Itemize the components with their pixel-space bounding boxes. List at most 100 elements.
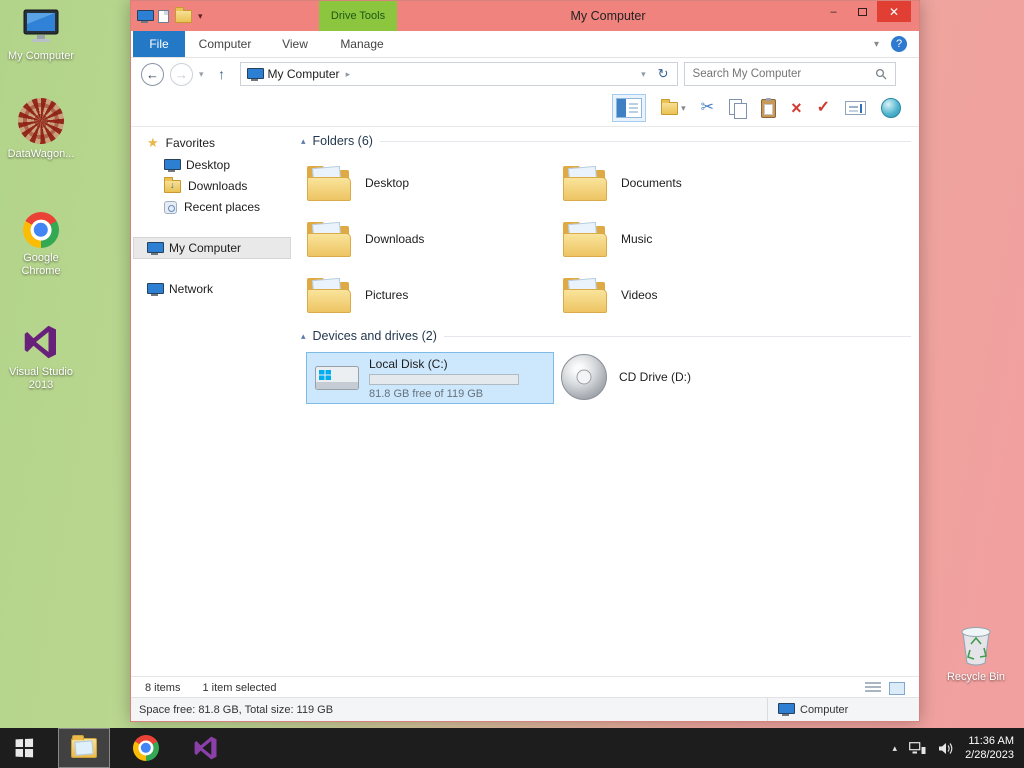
chrome-icon (133, 735, 159, 761)
chevron-down-icon[interactable]: ▾ (681, 103, 686, 114)
tab-file[interactable]: File (133, 31, 185, 57)
devices-group-header[interactable]: ▴ Devices and drives (2) (301, 329, 911, 343)
refresh-icon[interactable]: ↻ (656, 66, 671, 82)
search-box[interactable] (683, 62, 896, 86)
ribbon-right-controls: ▾ ? (874, 31, 919, 57)
sidebar-item-downloads[interactable]: Downloads (164, 176, 247, 196)
desktop-icon-visual-studio[interactable]: Visual Studio 2013 (4, 322, 78, 392)
datawagon-icon (18, 98, 64, 144)
history-dropdown-icon[interactable]: ▾ (199, 69, 204, 80)
up-button[interactable]: ↑ (210, 63, 234, 86)
system-menu-icon[interactable] (137, 9, 154, 23)
tab-view[interactable]: View (265, 31, 325, 57)
desktop-icon-label: My Computer (7, 50, 75, 62)
folders-group-header[interactable]: ▴ Folders (6) (301, 134, 911, 148)
desktop-icon-datawagon[interactable]: DataWagon... (4, 98, 78, 161)
minimize-button[interactable]: – (819, 1, 848, 22)
tray-date: 2/28/2023 (965, 749, 1014, 761)
address-dropdown-icon[interactable]: ▾ (637, 69, 650, 80)
drive-item-local-disk[interactable]: Local Disk (C:) 81.8 GB free of 119 GB (306, 352, 554, 404)
new-folder-button[interactable]: ▾ (661, 98, 686, 115)
downloads-icon (164, 176, 181, 193)
chevron-down-icon[interactable]: ▾ (874, 39, 879, 50)
folder-icon (306, 221, 352, 258)
hard-drive-icon (315, 366, 359, 390)
sidebar-item-desktop[interactable]: Desktop (164, 155, 230, 175)
space-free-text: Space free: 81.8 GB, Total size: 119 GB (139, 703, 334, 716)
copy-button[interactable] (729, 98, 748, 119)
network-globe-icon[interactable] (881, 98, 901, 118)
thumbnails-view-icon[interactable] (889, 681, 905, 695)
sidebar-item-label: My Computer (169, 241, 242, 255)
title-bar[interactable]: ▾ Drive Tools My Computer – ✕ (131, 1, 919, 31)
taskbar-file-explorer-button[interactable] (58, 728, 110, 768)
system-tray: ▴ 11:36 AM 2/28/2023 (893, 734, 1024, 762)
collapse-arrow-icon[interactable]: ▴ (301, 331, 306, 342)
close-button[interactable]: ✕ (877, 1, 911, 22)
maximize-button[interactable] (848, 1, 877, 22)
folder-item-documents[interactable]: Documents (559, 155, 815, 211)
sidebar-item-my-computer[interactable]: My Computer (147, 238, 241, 258)
drive-item-cd[interactable]: CD Drive (D:) (561, 354, 691, 400)
taskbar-visual-studio-button[interactable] (182, 728, 230, 768)
folder-label: Pictures (365, 288, 409, 302)
sidebar-item-recent-places[interactable]: Recent places (164, 197, 260, 217)
drive-tools-badge[interactable]: Drive Tools (319, 1, 397, 31)
qat-dropdown-icon[interactable]: ▾ (198, 11, 203, 22)
search-input[interactable] (692, 68, 875, 80)
new-folder-icon (661, 98, 679, 115)
sidebar-item-favorites[interactable]: ★ Favorites (147, 133, 215, 153)
qat-properties-icon[interactable] (158, 9, 169, 23)
sidebar-item-network[interactable]: Network (147, 279, 213, 299)
caption-buttons: – ✕ (819, 1, 911, 22)
clock[interactable]: 11:36 AM 2/28/2023 (965, 734, 1014, 762)
taskbar-chrome-button[interactable] (122, 728, 170, 768)
folder-icon (562, 165, 608, 202)
status-bar: 8 items 1 item selected (131, 676, 919, 699)
select-button[interactable]: ✓ (817, 100, 830, 116)
search-icon[interactable] (875, 68, 887, 80)
qat-new-folder-icon[interactable] (175, 6, 192, 23)
group-header-label: Devices and drives (2) (312, 329, 437, 343)
folder-item-desktop[interactable]: Desktop (303, 155, 559, 211)
preview-pane-toggle[interactable] (612, 94, 647, 122)
paste-button[interactable] (761, 97, 777, 118)
delete-button[interactable]: × (791, 99, 802, 117)
capacity-bar (369, 373, 519, 385)
quick-access-toolbar: ▾ (137, 1, 203, 31)
back-button[interactable]: ← (141, 62, 164, 86)
help-button[interactable]: ? (891, 36, 907, 52)
breadcrumb-arrow-icon[interactable]: ▸ (346, 69, 351, 80)
folder-icon (562, 221, 608, 258)
group-rule (379, 140, 911, 142)
sidebar-item-label: Recent places (184, 200, 261, 214)
navigation-pane: ★ Favorites Desktop Downloads Recent pla… (131, 128, 294, 674)
tab-manage[interactable]: Manage (325, 31, 399, 57)
desktop-icon-chrome[interactable]: Google Chrome (4, 212, 78, 278)
volume-tray-icon[interactable] (938, 742, 953, 755)
start-button[interactable] (0, 728, 48, 768)
tray-expand-icon[interactable]: ▴ (893, 743, 898, 754)
folder-item-downloads[interactable]: Downloads (303, 211, 559, 267)
folder-item-videos[interactable]: Videos (559, 267, 815, 323)
folder-item-music[interactable]: Music (559, 211, 815, 267)
breadcrumb[interactable]: My Computer (268, 67, 340, 81)
recent-places-icon (164, 200, 177, 214)
details-view-icon[interactable] (865, 682, 881, 694)
desktop-icon-my-computer[interactable]: My Computer (4, 8, 78, 63)
location-label: Computer (800, 703, 849, 716)
tab-computer[interactable]: Computer (185, 31, 265, 57)
selection-count: 1 item selected (202, 682, 277, 694)
cut-button[interactable]: ✂ (701, 100, 714, 116)
network-tray-icon[interactable] (909, 741, 926, 755)
collapse-arrow-icon[interactable]: ▴ (301, 136, 306, 147)
group-header-label: Folders (6) (312, 134, 373, 148)
folder-label: Documents (621, 176, 682, 190)
info-bar: Space free: 81.8 GB, Total size: 119 GB … (131, 697, 919, 721)
folder-label: Music (621, 232, 653, 246)
rename-button[interactable] (845, 101, 866, 115)
desktop-icon-recycle-bin[interactable]: Recycle Bin (941, 623, 1011, 684)
forward-button[interactable]: → (170, 62, 193, 86)
folder-item-pictures[interactable]: Pictures (303, 267, 559, 323)
address-box[interactable]: My Computer ▸ ▾ ↻ (239, 62, 678, 86)
